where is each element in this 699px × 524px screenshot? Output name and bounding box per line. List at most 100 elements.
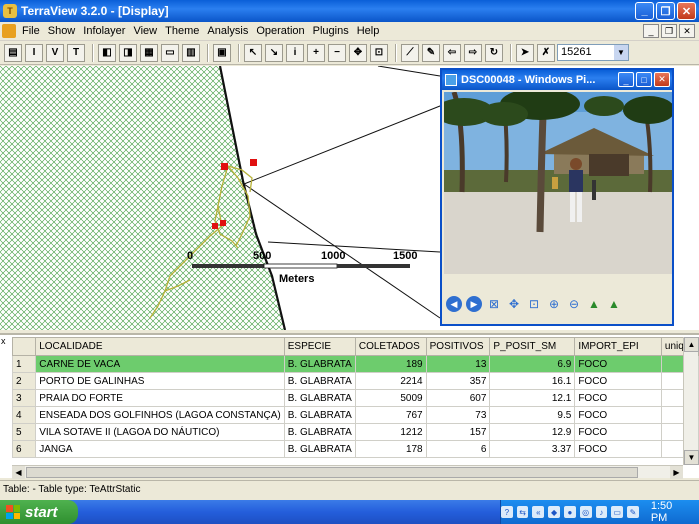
menu-infolayer[interactable]: Infolayer	[79, 25, 129, 37]
best-fit-icon[interactable]: ⊠	[486, 296, 502, 312]
view-icon[interactable]: V	[46, 43, 64, 62]
picture-viewer-window[interactable]: DSC00048 - Windows Pi... _ □ ✕ ◀ ▶ ⊠ ✥ ⊡…	[440, 68, 674, 326]
pan-icon[interactable]: ✥	[349, 43, 367, 62]
horizontal-scrollbar[interactable]: ◀ ▶	[12, 465, 683, 479]
database-icon[interactable]: ▤	[4, 43, 22, 62]
rotate-counterclockwise-icon[interactable]: ▲	[606, 296, 622, 312]
menu-operation[interactable]: Operation	[252, 25, 308, 37]
cell-p-posit[interactable]: 12.9	[489, 423, 576, 441]
cell-p-posit[interactable]: 6.9	[489, 355, 576, 373]
next-image-icon[interactable]: ▶	[466, 296, 482, 312]
mdi-minimize-button[interactable]: _	[643, 24, 659, 38]
delete-icon[interactable]: ✗	[537, 43, 555, 62]
menu-view[interactable]: View	[129, 25, 161, 37]
theme-icon[interactable]: T	[67, 43, 85, 62]
volume-tray-icon[interactable]: ♪	[595, 506, 608, 518]
zoom-in-icon[interactable]: +	[307, 43, 325, 62]
help-tray-icon[interactable]: ?	[500, 506, 513, 518]
export-icon[interactable]: ◨	[119, 43, 137, 62]
import-icon[interactable]: ◧	[98, 43, 116, 62]
display-tray-icon[interactable]: ▭	[611, 506, 624, 518]
title-bar[interactable]: T TerraView 3.2.0 - [Display] _ ❐ ✕	[0, 0, 699, 22]
cell-positivos[interactable]: 157	[425, 423, 491, 441]
cell-especie[interactable]: B. GLABRATA	[283, 423, 356, 441]
globe-tray-icon[interactable]: ◎	[579, 506, 592, 518]
tools-tray-icon[interactable]: ✎	[627, 506, 639, 518]
cell-localidade[interactable]: JANGA	[35, 440, 285, 458]
cell-p-posit[interactable]: 12.1	[489, 389, 576, 407]
scroll-up-icon[interactable]: ▲	[684, 337, 699, 352]
cell-import-epi[interactable]: FOCO	[574, 423, 662, 441]
measure-icon[interactable]: ⟋	[401, 43, 419, 62]
restore-button[interactable]: ❐	[656, 2, 675, 20]
table-row[interactable]: 3 PRAIA DO FORTE B. GLABRATA 5009 607 12…	[11, 389, 699, 407]
menu-help[interactable]: Help	[353, 25, 384, 37]
picture-minimize-button[interactable]: _	[618, 72, 634, 87]
cell-positivos[interactable]: 73	[425, 406, 491, 424]
picture-maximize-button[interactable]: □	[636, 72, 652, 87]
zoom-out-icon[interactable]: ⊖	[566, 296, 582, 312]
cell-positivos[interactable]: 607	[425, 389, 491, 407]
redraw-icon[interactable]: ↻	[485, 43, 503, 62]
cell-positivos[interactable]: 13	[425, 355, 491, 373]
menu-show[interactable]: Show	[44, 25, 80, 37]
column-header[interactable]: IMPORT_EPI	[574, 337, 662, 356]
slideshow-icon[interactable]: ⊡	[526, 296, 542, 312]
cell-positivos[interactable]: 357	[425, 372, 491, 390]
cell-coletados[interactable]: 178	[354, 440, 427, 458]
column-header[interactable]: POSITIVOS	[425, 337, 491, 356]
cell-especie[interactable]: B. GLABRATA	[283, 372, 356, 390]
column-header[interactable]: LOCALIDADE	[35, 337, 285, 356]
minimize-button[interactable]: _	[635, 2, 654, 20]
cell-coletados[interactable]: 189	[354, 355, 427, 373]
cell-import-epi[interactable]: FOCO	[574, 406, 662, 424]
table-row[interactable]: 4 ENSEADA DOS GOLFINHOS (LAGOA CONSTANÇA…	[11, 406, 699, 424]
grid-icon[interactable]: ▥	[182, 43, 200, 62]
cell-p-posit[interactable]: 9.5	[489, 406, 576, 424]
cell-coletados[interactable]: 1212	[354, 423, 427, 441]
cell-localidade[interactable]: VILA SOTAVE II (LAGOA DO NÁUTICO)	[35, 423, 285, 441]
edit-icon[interactable]: ✎	[422, 43, 440, 62]
network-tray-icon[interactable]: ⇆	[516, 506, 529, 518]
cell-p-posit[interactable]: 16.1	[489, 372, 576, 390]
window-icon[interactable]: ▣	[213, 43, 231, 62]
menu-analysis[interactable]: Analysis	[203, 25, 252, 37]
rotate-clockwise-icon[interactable]: ▲	[586, 296, 602, 312]
table-row[interactable]: 1 CARNE DE VACA B. GLABRATA 189 13 6.9 F…	[11, 355, 699, 373]
taskbar-clock[interactable]: 1:50 PM	[651, 500, 691, 524]
display-icon[interactable]: ▭	[161, 43, 179, 62]
start-button[interactable]: start	[0, 500, 78, 524]
cell-especie[interactable]: B. GLABRATA	[283, 440, 356, 458]
shield-tray-icon[interactable]: ◆	[548, 506, 561, 518]
close-table-icon[interactable]: x	[1, 337, 10, 346]
cursor-icon[interactable]: ➤	[516, 43, 534, 62]
security-tray-icon[interactable]: ●	[564, 506, 576, 518]
scroll-right-icon[interactable]: ▶	[670, 466, 683, 479]
picture-close-button[interactable]: ✕	[654, 72, 670, 87]
actual-size-icon[interactable]: ✥	[506, 296, 522, 312]
select-icon[interactable]: ↘	[265, 43, 283, 62]
close-button[interactable]: ✕	[677, 2, 696, 20]
table-row[interactable]: 5 VILA SOTAVE II (LAGOA DO NÁUTICO) B. G…	[11, 423, 699, 441]
vertical-scrollbar[interactable]: ▲ ▼	[683, 337, 699, 465]
forward-icon[interactable]: ⇨	[464, 43, 482, 62]
cell-coletados[interactable]: 2214	[354, 372, 427, 390]
cell-localidade[interactable]: ENSEADA DOS GOLFINHOS (LAGOA CONSTANÇA)	[35, 406, 285, 424]
cell-import-epi[interactable]: FOCO	[574, 440, 662, 458]
table-row[interactable]: 2 PORTO DE GALINHAS B. GLABRATA 2214 357…	[11, 372, 699, 390]
back-tray-icon[interactable]: «	[532, 506, 545, 518]
mdi-restore-button[interactable]: ❐	[661, 24, 677, 38]
chevron-down-icon[interactable]: ▼	[614, 45, 628, 60]
mdi-close-button[interactable]: ✕	[679, 24, 695, 38]
column-header[interactable]: ESPECIE	[283, 337, 356, 356]
info-layer-icon[interactable]: I	[25, 43, 43, 62]
back-icon[interactable]: ⇦	[443, 43, 461, 62]
scale-combo[interactable]: 15261 ▼	[557, 44, 629, 61]
menu-plugins[interactable]: Plugins	[309, 25, 353, 37]
cell-import-epi[interactable]: FOCO	[574, 355, 662, 373]
pointer-icon[interactable]: ↖	[244, 43, 262, 62]
zoom-area-icon[interactable]: ⊡	[370, 43, 388, 62]
previous-image-icon[interactable]: ◀	[446, 296, 462, 312]
cell-especie[interactable]: B. GLABRATA	[283, 389, 356, 407]
cell-coletados[interactable]: 767	[354, 406, 427, 424]
